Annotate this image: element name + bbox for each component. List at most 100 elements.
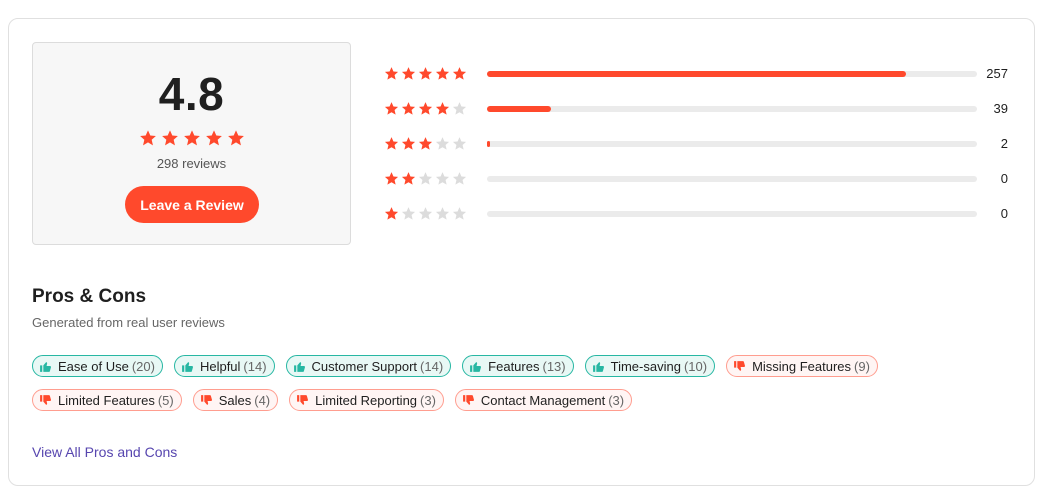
star-icon: [401, 136, 416, 151]
pros-cons-subtitle: Generated from real user reviews: [32, 315, 225, 330]
distribution-count: 257: [986, 66, 1008, 81]
view-all-pros-cons-link[interactable]: View All Pros and Cons: [32, 444, 177, 460]
star-icon: [435, 171, 450, 186]
thumbs-down-icon: [200, 394, 213, 407]
thumbs-up-icon: [181, 360, 194, 373]
tag-count: (13): [542, 358, 566, 374]
distribution-count: 39: [993, 101, 1008, 116]
distribution-count: 0: [1000, 206, 1008, 221]
distribution-bar-fill: [487, 141, 491, 147]
tag-row: Limited Features (5) Sales (4) Limited Repor…: [32, 389, 633, 411]
tag-count: (3): [420, 392, 436, 408]
tag-count: (5): [157, 392, 174, 408]
star-icon: [227, 129, 245, 147]
star-icon: [401, 66, 416, 81]
distribution-stars: [384, 171, 479, 187]
star-icon: [418, 66, 433, 81]
distribution-count: 0: [1000, 171, 1008, 186]
tag-label: Helpful: [199, 358, 241, 374]
star-icon: [384, 66, 399, 81]
pros-cons-title: Pros & Cons: [32, 286, 147, 307]
tag-count: (3): [608, 392, 625, 408]
tag-row: Ease of Use (20) Helpful (14) Customer Suppo…: [32, 355, 878, 377]
distribution-bar-track: [487, 106, 977, 112]
star-icon: [161, 129, 179, 147]
average-rating: 4.8: [158, 68, 225, 120]
distribution-bar-track: [487, 141, 977, 147]
star-icon: [384, 136, 399, 151]
review-count: 298 reviews: [156, 156, 227, 171]
thumbs-down-icon: [733, 360, 746, 373]
thumbs-up-icon: [39, 360, 52, 373]
distribution-row-4-star[interactable]: 39: [384, 101, 1024, 117]
distribution-row-3-star[interactable]: 2: [384, 136, 1024, 152]
thumbs-up-icon: [293, 360, 306, 373]
pro-tag-ease-of-use[interactable]: Ease of Use (20): [32, 355, 163, 377]
thumbs-down-icon: [296, 394, 309, 407]
average-stars: [33, 129, 350, 147]
thumbs-up-icon: [469, 360, 482, 373]
leave-review-button[interactable]: Leave a Review: [125, 186, 259, 223]
star-icon: [452, 171, 467, 186]
star-icon: [435, 206, 450, 221]
star-icon: [384, 101, 399, 116]
con-tag-contact-management[interactable]: Contact Management (3): [454, 389, 633, 411]
pro-tag-features[interactable]: Features (13): [462, 355, 574, 377]
distribution-stars: [384, 66, 479, 82]
tag-count: (14): [420, 358, 444, 374]
con-tag-limited-features[interactable]: Limited Features (5): [32, 389, 182, 411]
thumbs-down-icon: [462, 394, 475, 407]
con-tag-missing-features[interactable]: Missing Features (9): [726, 355, 878, 377]
star-icon: [452, 136, 467, 151]
star-icon: [205, 129, 223, 147]
star-icon: [435, 136, 450, 151]
star-icon: [384, 171, 399, 186]
thumbs-up-icon: [592, 360, 605, 373]
tag-count: (9): [854, 358, 870, 374]
star-icon: [401, 171, 416, 186]
con-tag-limited-reporting[interactable]: Limited Reporting (3): [289, 389, 444, 411]
distribution-bar-track: [487, 211, 977, 217]
tag-label: Time-saving: [610, 358, 681, 374]
star-icon: [384, 206, 399, 221]
distribution-count: 2: [1000, 136, 1008, 151]
distribution-bar-fill: [487, 106, 551, 112]
tag-label: Customer Support: [311, 358, 418, 374]
tag-label: Sales: [218, 392, 252, 408]
tag-label: Missing Features: [752, 358, 852, 374]
distribution-row-1-star[interactable]: 0: [384, 206, 1024, 222]
tag-label: Features: [488, 358, 540, 374]
pro-tag-helpful[interactable]: Helpful (14): [173, 355, 275, 377]
distribution-bar-track: [487, 176, 977, 182]
distribution-stars: [384, 206, 479, 222]
pro-tag-customer-support[interactable]: Customer Support (14): [285, 355, 452, 377]
tag-label: Contact Management: [480, 392, 606, 408]
star-icon: [452, 206, 467, 221]
tag-count: (20): [131, 358, 155, 374]
star-icon: [418, 136, 433, 151]
distribution-bar-track: [487, 71, 977, 77]
distribution-stars: [384, 136, 479, 152]
tag-count: (10): [683, 358, 708, 374]
star-icon: [183, 129, 201, 147]
star-icon: [139, 129, 157, 147]
con-tag-sales[interactable]: Sales (4): [192, 389, 279, 411]
distribution-row-2-star[interactable]: 0: [384, 171, 1024, 187]
star-icon: [435, 66, 450, 81]
tag-count: (4): [254, 392, 271, 408]
tag-label: Ease of Use: [58, 358, 129, 374]
thumbs-down-icon: [39, 394, 52, 407]
star-icon: [418, 171, 433, 186]
rating-summary: 4.8 298 reviews Leave a Review: [32, 42, 351, 245]
star-icon: [418, 101, 433, 116]
star-icon: [401, 206, 416, 221]
pro-tag-time-saving[interactable]: Time-saving (10): [584, 355, 716, 377]
distribution-stars: [384, 101, 479, 117]
tag-label: Limited Reporting: [315, 392, 418, 408]
distribution-row-5-star[interactable]: 257: [384, 66, 1024, 82]
tag-label: Limited Features: [58, 392, 155, 408]
star-icon: [452, 101, 467, 116]
distribution-bar-fill: [487, 71, 906, 77]
star-icon: [401, 101, 416, 116]
star-icon: [435, 101, 450, 116]
